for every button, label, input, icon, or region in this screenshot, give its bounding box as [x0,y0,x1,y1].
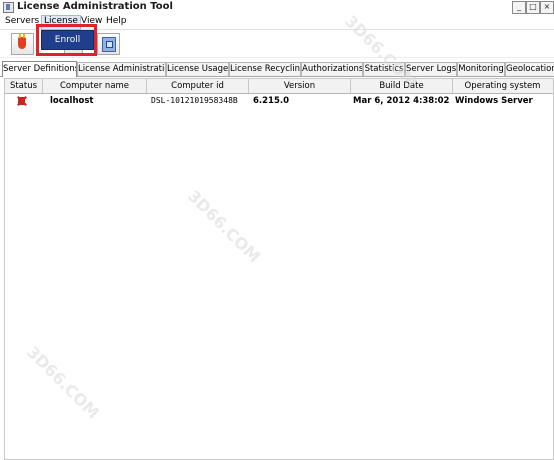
server-stopped-icon [17,96,27,106]
column-status[interactable]: Status [5,79,43,93]
table-row[interactable]: localhost DSL-1012101958348B 6.215.0 Mar… [5,94,553,108]
minimize-icon[interactable]: _ [512,1,526,14]
menu-help[interactable]: Help [104,15,129,28]
cell-version: 6.215.0 [253,96,290,106]
tab-license-administration[interactable]: License Administration [77,62,166,76]
tab-monitoring[interactable]: Monitoring [457,62,505,76]
tab-statistics[interactable]: Statistics [363,62,405,76]
tab-server-logs[interactable]: Server Logs [405,62,457,76]
server-table: Status Computer name Computer id Version… [4,78,554,460]
cell-computer-name: localhost [50,96,94,106]
tab-bar: Server Definitions License Administratio… [0,61,554,77]
cell-build-date: Mar 6, 2012 4:38:02 [353,96,450,106]
column-version[interactable]: Version [249,79,351,93]
table-header: Status Computer name Computer id Version… [5,79,553,94]
maximize-icon[interactable]: □ [526,1,540,14]
tab-geolocation[interactable]: Geolocation [505,62,554,76]
title-bar: License Administration Tool _ □ × [0,0,554,15]
column-computer-name[interactable]: Computer name [43,79,147,93]
column-build-date[interactable]: Build Date [351,79,453,93]
tab-license-usage[interactable]: License Usage [166,62,229,76]
administration-icon[interactable] [97,33,120,55]
app-icon [3,2,14,13]
license-administration-window: License Administration Tool _ □ × Server… [0,0,554,460]
cell-computer-id: DSL-1012101958348B [151,96,238,105]
tab-server-definitions[interactable]: Server Definitions [2,61,77,77]
column-operating-system[interactable]: Operating system [453,79,552,93]
tab-authorizations[interactable]: Authorizations [301,62,363,76]
disconnect-plug-icon[interactable] [11,33,34,55]
cell-operating-system: Windows Server [455,96,533,106]
column-computer-id[interactable]: Computer id [147,79,249,93]
highlight-box [36,24,97,56]
tab-license-recycling[interactable]: License Recycling [229,62,301,76]
close-icon[interactable]: × [540,1,554,14]
window-title: License Administration Tool [17,1,173,12]
